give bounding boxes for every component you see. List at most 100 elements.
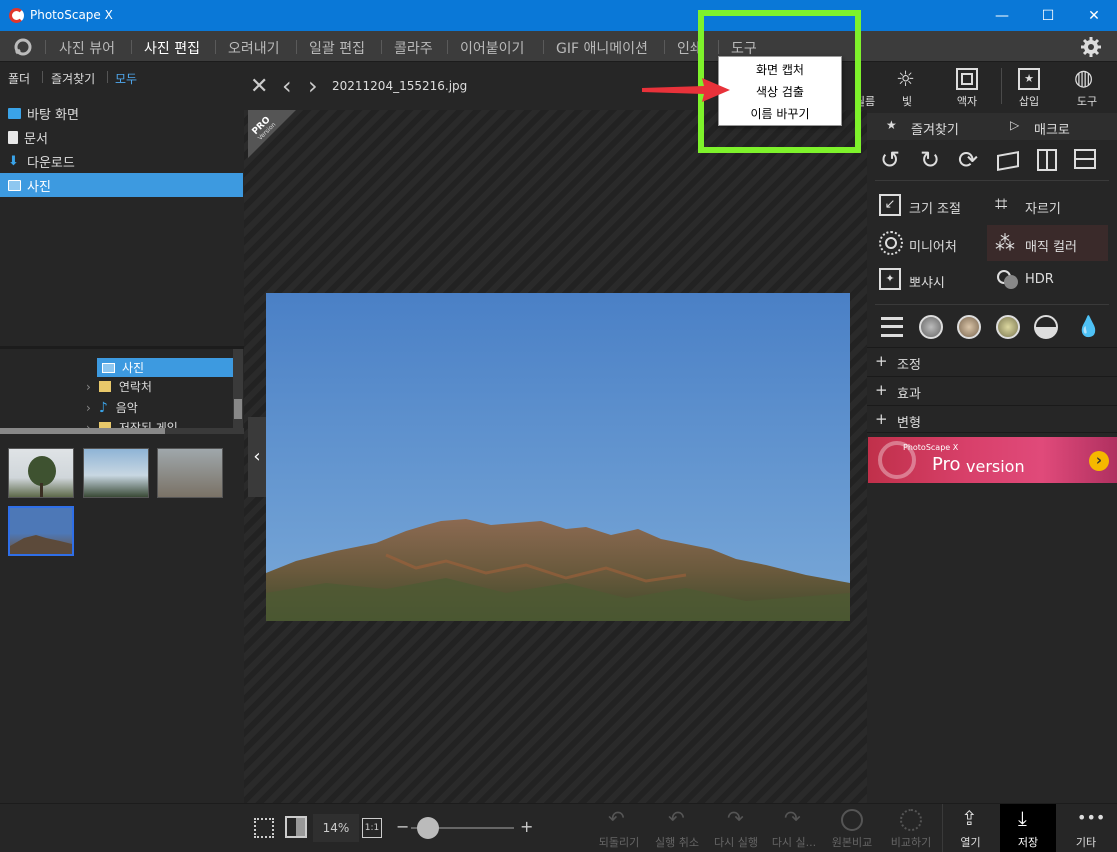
tree-item-desktop[interactable]: 바탕 화면 [0,101,243,125]
tab-insert-label[interactable]: 삽입 [1009,93,1049,109]
tab-tools-label[interactable]: 도구 [1067,93,1107,109]
title-bar: PhotoScape X — ☐ ✕ [0,0,1117,31]
zoom-slider-handle[interactable] [417,817,439,839]
filter-half-icon[interactable] [1034,315,1058,339]
insert-icon[interactable]: ★ [1018,68,1040,90]
pro-version-banner[interactable]: PhotoScape X Pro version › [868,437,1117,483]
compare-icon[interactable] [900,809,922,831]
menu-collage[interactable]: 콜라주 [394,38,433,58]
flip-vertical-icon[interactable] [1074,149,1096,169]
droplet-icon[interactable]: 💧 [1076,314,1101,338]
rotate-right-icon[interactable]: ↻ [920,146,940,174]
menu-item-rename[interactable]: 이름 바꾸기 [719,105,841,122]
favorites-macro-bar: ★ 즐겨찾기 ▷ 매크로 [867,113,1117,140]
filter-gray-icon[interactable] [919,315,943,339]
thumbnail-1[interactable] [8,448,74,498]
tree2-item-pictures[interactable]: 사진 [97,358,233,377]
open-button[interactable]: ⇪ 열기 [943,804,998,852]
thumbnail-2[interactable] [83,448,149,498]
maximize-button[interactable]: ☐ [1025,0,1071,31]
close-icon[interactable]: ✕ [250,74,268,99]
tab-light-label[interactable]: 빛 [887,93,927,109]
download-icon: ⤓ [1018,806,1027,830]
zoom-in-icon[interactable]: + [520,817,533,836]
tree-item-pictures[interactable]: 사진 [0,173,243,197]
redo-all-label[interactable]: 다시 실... [766,834,822,850]
hdr-button[interactable]: HDR [991,263,1107,297]
revert-label[interactable]: 되돌리기 [593,834,645,850]
redo-icon[interactable]: ↷ [727,806,744,830]
frame-icon[interactable] [956,68,978,90]
close-window-button[interactable]: ✕ [1071,0,1117,31]
menu-item-color-picker[interactable]: 색상 검출 [719,83,841,100]
tree-item-documents[interactable]: 문서 [0,125,243,149]
original-compare-label[interactable]: 원본비교 [826,834,878,850]
collapse-left-panel-icon[interactable]: ‹ [248,417,266,497]
menu-combine[interactable]: 이어붙이기 [460,38,524,58]
tree2-item-music[interactable]: › ♪ 음악 [86,399,138,416]
star-icon[interactable]: ★ [886,118,897,132]
straighten-icon[interactable] [997,151,1019,171]
save-button[interactable]: ⤓ 저장 [1000,804,1056,852]
tab-folders[interactable]: 폴더 [8,70,30,87]
menu-photo-viewer[interactable]: 사진 뷰어 [59,38,115,58]
miniature-button[interactable]: 미니어처 [875,225,991,261]
edit-category-bar: 필름 ☼ 빛 액자 ★ 삽입 ◍ 도구 [855,62,1117,112]
zoom-out-icon[interactable]: − [396,817,409,836]
macro-button[interactable]: 매크로 [1034,119,1070,138]
thumbnail-4-selected[interactable] [8,506,74,556]
revert-icon[interactable]: ↶ [608,806,625,830]
more-button[interactable]: ••• 기타 [1058,804,1114,852]
undo-icon[interactable]: ↶ [668,806,685,830]
rotate-left-icon[interactable]: ↺ [880,146,900,174]
undo-label[interactable]: 실행 취소 [651,834,703,850]
tab-frame-label[interactable]: 액자 [947,93,987,109]
flip-horizontal-icon[interactable] [1037,149,1057,171]
next-chevron-icon[interactable]: › [308,72,318,100]
menu-gif[interactable]: GIF 애니메이션 [556,38,648,58]
minimize-button[interactable]: — [979,0,1025,31]
filter-sepia-icon[interactable] [957,315,981,339]
tree-item-downloads[interactable]: ⬇ 다운로드 [0,149,243,173]
zoom-level[interactable]: 14% [313,814,359,842]
tree-horizontal-scrollbar[interactable] [0,428,244,434]
list-icon[interactable] [881,317,903,337]
menu-batch[interactable]: 일괄 편집 [309,38,365,58]
tab-all[interactable]: 모두 [115,70,137,87]
crop-button[interactable]: ⌗ 자르기 [991,189,1107,223]
bloom-button[interactable]: ✦ 뽀샤시 [875,263,991,297]
section-adjust[interactable]: + 조정 [867,347,1117,375]
settings-gear-icon[interactable] [1080,36,1102,58]
redo-all-icon[interactable]: ↷ [784,806,801,830]
tab-favorites[interactable]: 즐겨찾기 [51,70,95,87]
tools-dropdown-menu: 화면 캡처 색상 검출 이름 바꾸기 [718,56,842,126]
previous-chevron-icon[interactable]: ‹ [282,72,292,100]
actual-size-button[interactable]: 1:1 [362,818,382,838]
favorites-button[interactable]: 즐겨찾기 [911,119,959,138]
redo-label[interactable]: 다시 실행 [710,834,762,850]
app-logo-icon [9,8,24,23]
sun-icon[interactable]: ☼ [896,67,915,91]
original-compare-icon[interactable] [841,809,863,831]
filter-warm-icon[interactable] [996,315,1020,339]
home-icon[interactable] [12,37,34,57]
magic-color-button[interactable]: ⁂ 매직 컬러 [987,225,1108,261]
menu-item-screen-capture[interactable]: 화면 캡처 [719,61,841,78]
thumbnail-3[interactable] [157,448,223,498]
compare-split-icon[interactable] [285,816,307,838]
chevron-right-icon: › [86,379,91,394]
plus-icon: + [875,381,888,399]
section-effects[interactable]: + 효과 [867,376,1117,404]
rotate-free-icon[interactable]: ⟳ [958,146,978,174]
resize-button[interactable]: ↙ 크기 조절 [875,189,991,223]
menu-photo-editor[interactable]: 사진 편집 [144,38,200,58]
menu-cut-out[interactable]: 오려내기 [228,38,280,58]
selection-icon[interactable] [254,818,274,838]
play-icon[interactable]: ▷ [1010,118,1019,132]
palette-icon[interactable]: ◍ [1074,66,1093,91]
compare-label[interactable]: 비교하기 [885,834,937,850]
tree-vertical-scrollbar[interactable] [233,349,243,429]
section-transform[interactable]: + 변형 [867,405,1117,433]
tree2-item-contacts[interactable]: › 연락처 [86,378,152,395]
menu-bar: 사진 뷰어 사진 편집 오려내기 일괄 편집 콜라주 이어붙이기 GIF 애니메… [0,31,1117,62]
